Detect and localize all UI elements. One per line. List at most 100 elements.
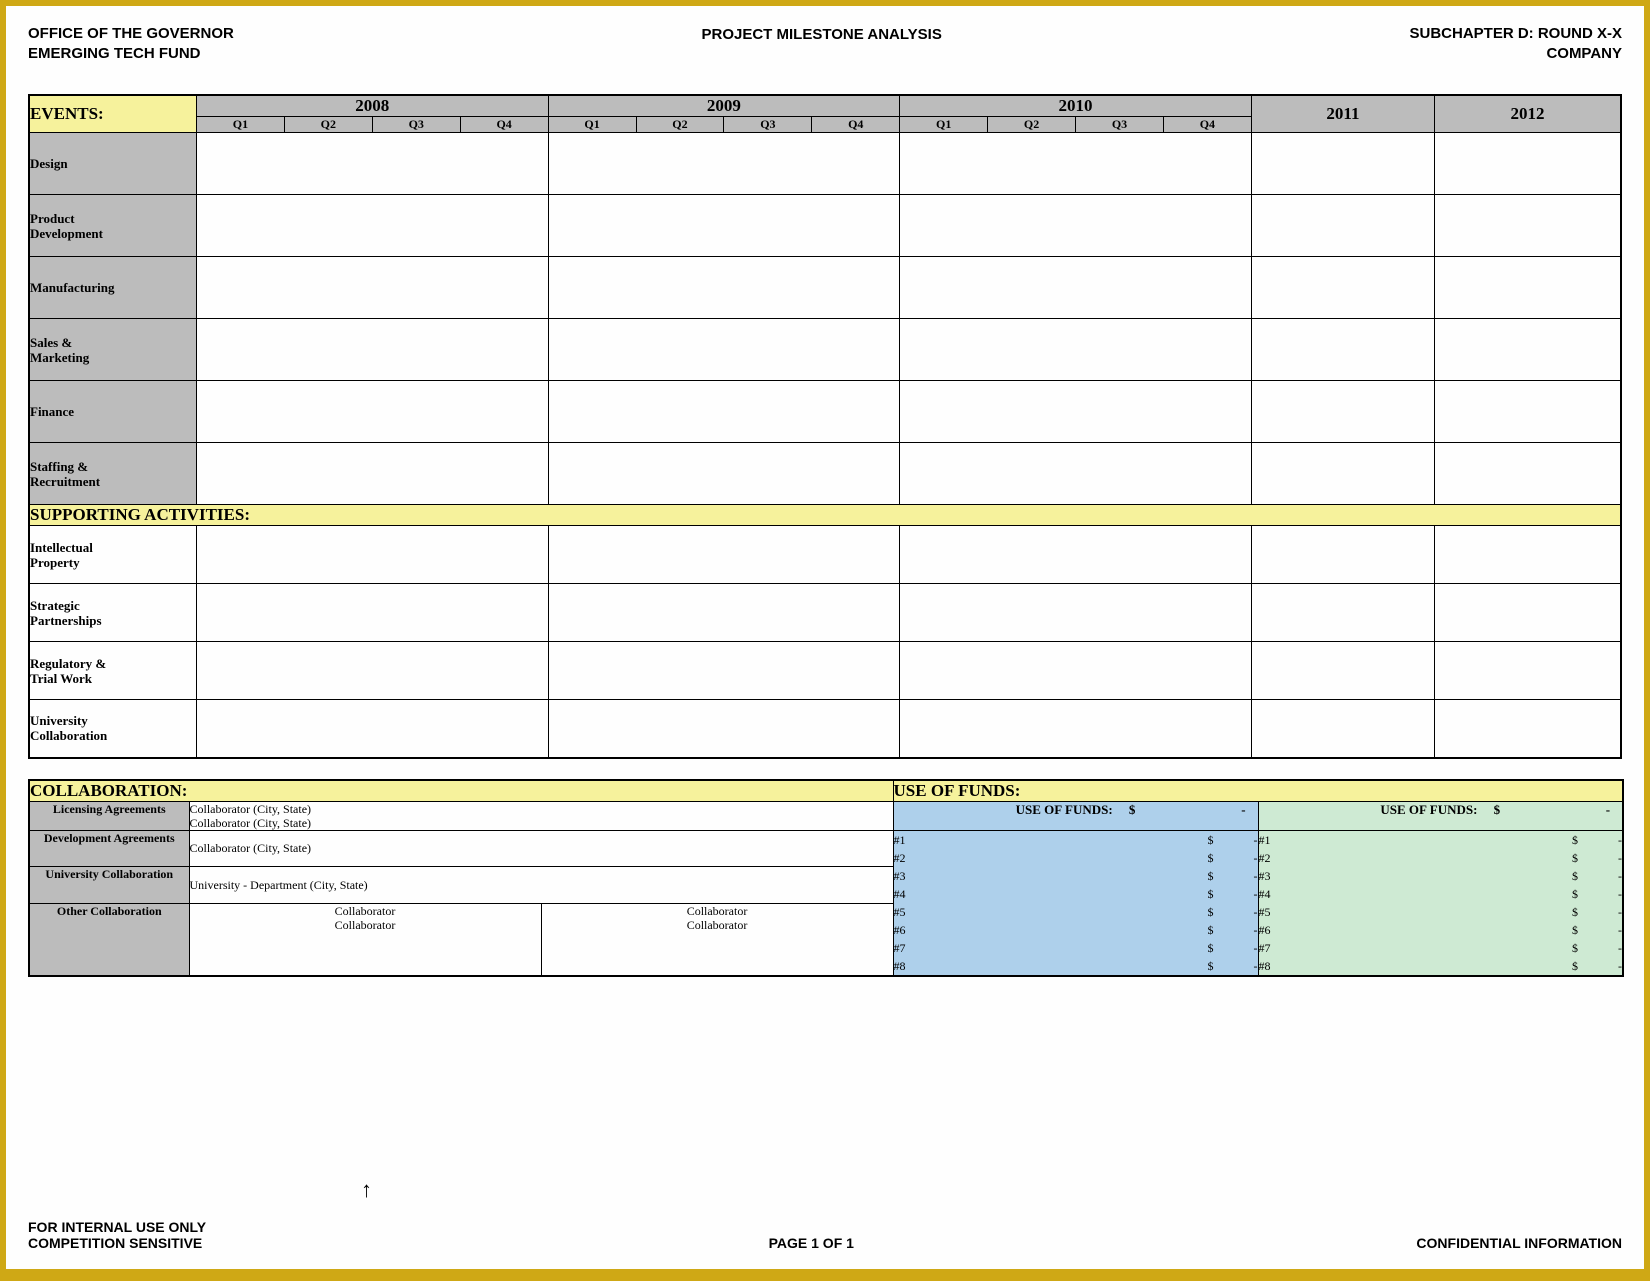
cell — [548, 443, 900, 505]
cell — [196, 584, 548, 642]
fund-line: #2$- — [1259, 849, 1623, 867]
cell — [1435, 133, 1622, 195]
cell — [1435, 195, 1622, 257]
org-line-2: EMERGING TECH FUND — [28, 44, 234, 64]
year-2008: 2008 — [196, 95, 548, 117]
q3-2008: Q3 — [372, 117, 460, 133]
cell — [548, 257, 900, 319]
cell — [1251, 642, 1434, 700]
fund-line: #2$- — [894, 849, 1258, 867]
year-2009: 2009 — [548, 95, 900, 117]
subchapter: SUBCHAPTER D: ROUND X-X — [1409, 24, 1622, 44]
funds-title: USE OF FUNDS: — [893, 780, 1623, 802]
fund-line: #1$- — [1259, 831, 1623, 849]
cell — [1251, 526, 1434, 584]
fund-line: #5$- — [1259, 903, 1623, 921]
header-left: OFFICE OF THE GOVERNOR EMERGING TECH FUN… — [28, 24, 234, 64]
cell — [900, 443, 1252, 505]
row-univ-collab: UniversityCollaboration — [29, 700, 196, 758]
row-strategic: StrategicPartnerships — [29, 584, 196, 642]
cell — [548, 642, 900, 700]
header-center: PROJECT MILESTONE ANALYSIS — [702, 24, 942, 43]
cell — [900, 319, 1252, 381]
fund-line: #6$- — [894, 921, 1258, 939]
cell — [196, 133, 548, 195]
row-sales-marketing: Sales &Marketing — [29, 319, 196, 381]
cell — [1435, 642, 1622, 700]
cell — [548, 319, 900, 381]
cell — [196, 195, 548, 257]
collab-licensing-value: Collaborator (City, State) Collaborator … — [189, 801, 893, 830]
cell — [1251, 195, 1434, 257]
cell — [548, 700, 900, 758]
footer-left: FOR INTERNAL USE ONLY COMPETITION SENSIT… — [28, 1219, 206, 1251]
cell — [1251, 584, 1434, 642]
cell — [1435, 257, 1622, 319]
fund-line: #4$- — [894, 885, 1258, 903]
up-arrow-icon: ↑ — [361, 1177, 372, 1203]
collab-other-label: Other Collaboration — [29, 903, 189, 975]
cell — [548, 526, 900, 584]
cell — [1251, 257, 1434, 319]
cell — [196, 257, 548, 319]
cell — [900, 584, 1252, 642]
fund-line: #6$- — [1259, 921, 1623, 939]
q1-2008: Q1 — [196, 117, 284, 133]
header-right: SUBCHAPTER D: ROUND X-X COMPANY — [1409, 24, 1622, 64]
q4-2010: Q4 — [1163, 117, 1251, 133]
cell — [1251, 319, 1434, 381]
collab-title: COLLABORATION: — [29, 780, 893, 802]
q3-2009: Q3 — [724, 117, 812, 133]
q4-2009: Q4 — [812, 117, 900, 133]
row-regulatory: Regulatory &Trial Work — [29, 642, 196, 700]
q2-2009: Q2 — [636, 117, 724, 133]
cell — [196, 526, 548, 584]
cell — [196, 700, 548, 758]
row-manufacturing: Manufacturing — [29, 257, 196, 319]
cell — [1435, 319, 1622, 381]
org-line-1: OFFICE OF THE GOVERNOR — [28, 24, 234, 44]
fund-line: #8$- — [894, 957, 1258, 975]
fund-line: #7$- — [894, 939, 1258, 957]
cell — [196, 642, 548, 700]
row-finance: Finance — [29, 381, 196, 443]
collab-univ-label: University Collaboration — [29, 867, 189, 904]
cell — [196, 319, 548, 381]
cell — [900, 195, 1252, 257]
supporting-title: SUPPORTING ACTIVITIES: — [29, 505, 1621, 526]
events-table: EVENTS: 2008 2009 2010 2011 2012 Q1 Q2 Q… — [28, 94, 1622, 759]
collab-univ-value: University - Department (City, State) — [189, 867, 893, 904]
cell — [1251, 381, 1434, 443]
year-2012: 2012 — [1435, 95, 1622, 133]
funds-blue-list: #1$-#2$-#3$-#4$-#5$-#6$-#7$-#8$- — [893, 830, 1258, 976]
collab-licensing-label: Licensing Agreements — [29, 801, 189, 830]
row-staffing: Staffing &Recruitment — [29, 443, 196, 505]
cell — [196, 443, 548, 505]
cell — [900, 133, 1252, 195]
q3-2010: Q3 — [1076, 117, 1164, 133]
cell — [548, 381, 900, 443]
fund-line: #1$- — [894, 831, 1258, 849]
funds-blue-header: USE OF FUNDS: $ - — [893, 801, 1258, 830]
year-2010: 2010 — [900, 95, 1252, 117]
collab-other-col1: Collaborator Collaborator — [189, 903, 541, 975]
cell — [1251, 133, 1434, 195]
row-design: Design — [29, 133, 196, 195]
cell — [900, 257, 1252, 319]
q2-2008: Q2 — [284, 117, 372, 133]
cell — [548, 584, 900, 642]
collab-other-col2: Collaborator Collaborator — [541, 903, 893, 975]
collab-dev-value: Collaborator (City, State) — [189, 830, 893, 867]
cell — [548, 195, 900, 257]
page-footer: FOR INTERNAL USE ONLY COMPETITION SENSIT… — [28, 1219, 1622, 1251]
row-product-dev: ProductDevelopment — [29, 195, 196, 257]
cell — [1435, 700, 1622, 758]
q2-2010: Q2 — [988, 117, 1076, 133]
q1-2010: Q1 — [900, 117, 988, 133]
page-header: OFFICE OF THE GOVERNOR EMERGING TECH FUN… — [28, 24, 1622, 64]
cell — [1251, 443, 1434, 505]
footer-right: CONFIDENTIAL INFORMATION — [1416, 1235, 1622, 1251]
fund-line: #3$- — [1259, 867, 1623, 885]
events-title: EVENTS: — [29, 95, 196, 133]
cell — [196, 381, 548, 443]
